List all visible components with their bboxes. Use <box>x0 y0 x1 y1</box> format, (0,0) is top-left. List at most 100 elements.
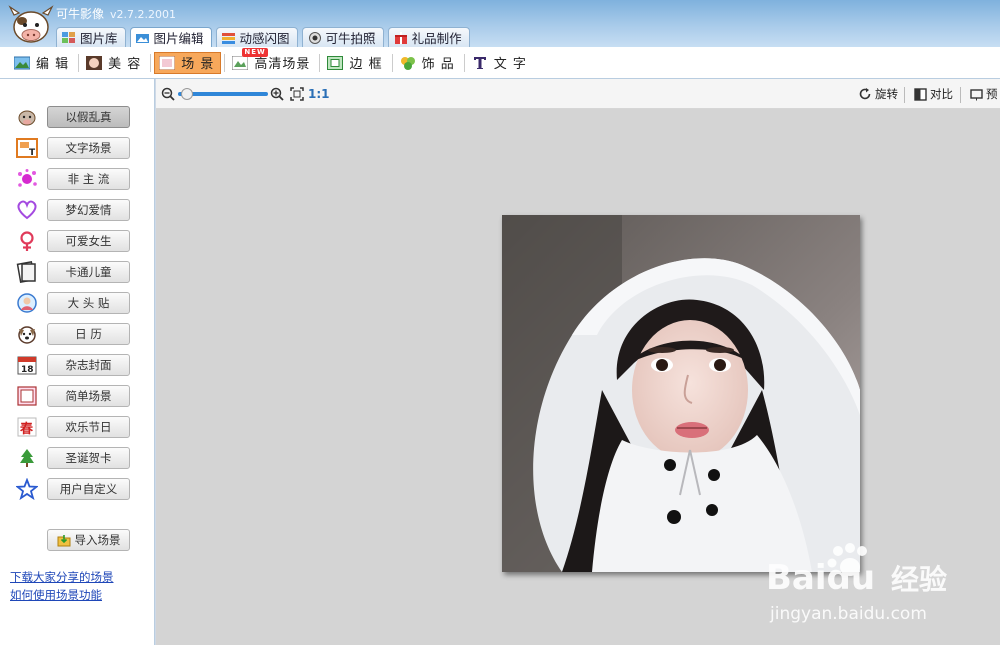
scene-row: 以假乱真 <box>14 105 130 129</box>
scene-row: 可爱女生 <box>14 229 130 253</box>
scene-btn-romance[interactable]: 梦幻爱情 <box>47 199 130 221</box>
scene-row: T 文字场景 <box>14 136 130 160</box>
watermark-brand: Baidu <box>766 558 875 598</box>
svg-text:T: T <box>29 148 36 158</box>
subtab-frame[interactable]: 边 框 <box>323 52 388 74</box>
rotate-icon <box>859 88 871 100</box>
tab-gift[interactable]: 礼品制作 <box>387 27 470 47</box>
scene-row: 梦幻爱情 <box>14 198 130 222</box>
zoom-out-icon[interactable] <box>161 87 175 101</box>
compare-button[interactable]: 对比 <box>914 86 953 102</box>
scene-btn-magazine-cover[interactable]: 杂志封面 <box>47 354 130 376</box>
app-version: v2.7.2.2001 <box>110 8 177 21</box>
tab-gif[interactable]: 动感闪图 <box>215 27 298 47</box>
scene-btn-non-mainstream[interactable]: 非 主 流 <box>47 168 130 190</box>
scene-category-panel: 以假乱真 T 文字场景 非 主 流 梦幻爱情 可爱女生 卡通儿童 大 头 贴 日… <box>0 79 155 645</box>
scene-btn-christmas-card[interactable]: 圣诞贺卡 <box>47 447 130 469</box>
tab-camera-label: 可牛拍照 <box>325 31 376 46</box>
scene-btn-text-scene[interactable]: 文字场景 <box>47 137 130 159</box>
actual-size-button[interactable]: 1:1 <box>308 87 330 101</box>
tab-gallery[interactable]: 图片库 <box>56 27 126 47</box>
scene-btn-calendar[interactable]: 日 历 <box>47 323 130 345</box>
tab-gift-label: 礼品制作 <box>411 31 462 46</box>
import-row: 导入场景 <box>14 528 130 552</box>
gif-icon <box>221 32 235 44</box>
scene-btn-cute-girl[interactable]: 可爱女生 <box>47 230 130 252</box>
landscape-icon <box>14 56 30 69</box>
import-scene-button[interactable]: 导入场景 <box>47 529 130 551</box>
divider <box>960 87 961 103</box>
subtab-edit-label: 编 辑 <box>36 57 70 72</box>
preview-label: 预 <box>986 87 998 101</box>
splash-icon <box>14 167 40 191</box>
divider <box>150 53 152 72</box>
scene-btn-simple-scene[interactable]: 简单场景 <box>47 385 130 407</box>
rotate-button[interactable]: 旋转 <box>858 86 898 102</box>
download-shared-scenes-link[interactable]: 下载大家分享的场景 <box>10 569 114 585</box>
scene-row: 非 主 流 <box>14 167 130 191</box>
scene-btn-realistic[interactable]: 以假乱真 <box>47 106 130 128</box>
scene-row: 日 历 <box>14 322 130 346</box>
preview-button[interactable]: 预 <box>970 86 998 102</box>
divider <box>904 87 905 103</box>
zoom-slider-handle[interactable] <box>180 88 193 100</box>
hd-scene-icon <box>231 55 249 70</box>
main-tab-strip: 图片库 图片编辑 动感闪图 可牛拍照 礼品制作 <box>56 27 474 47</box>
fit-to-window-icon[interactable] <box>290 87 304 101</box>
tab-photo-edit-label: 图片编辑 <box>153 31 204 46</box>
scene-row: 大 头 贴 <box>14 291 130 315</box>
scene-row: 卡通儿童 <box>14 260 130 284</box>
scene-btn-user-defined[interactable]: 用户自定义 <box>47 478 130 500</box>
subtab-scene[interactable]: 场 景 <box>154 51 222 74</box>
compare-label: 对比 <box>930 87 953 101</box>
scene-btn-festival[interactable]: 欢乐节日 <box>47 416 130 438</box>
subtab-accessory[interactable]: 饰 品 <box>396 52 461 74</box>
subtab-beauty[interactable]: 美 容 <box>82 52 147 74</box>
frame-icon <box>327 55 344 70</box>
scene-btn-cartoon-kids[interactable]: 卡通儿童 <box>47 261 130 283</box>
scene-row: 圣诞贺卡 <box>14 446 130 470</box>
new-badge: NEW <box>242 47 268 57</box>
scene-row: 用户自定义 <box>14 477 130 501</box>
camera-icon <box>308 31 321 44</box>
svg-text:18: 18 <box>21 365 34 375</box>
divider <box>224 53 226 72</box>
sticker-photo-icon <box>14 291 40 315</box>
scene-row: 春 欢乐节日 <box>14 415 130 439</box>
text-icon <box>473 56 486 69</box>
divider <box>78 53 80 72</box>
folder-import-icon <box>57 535 70 547</box>
app-title: 可牛影像 v2.7.2.2001 <box>56 5 176 22</box>
heart-icon <box>14 198 40 222</box>
spring-festival-icon: 春 <box>14 415 40 439</box>
face-icon <box>86 55 103 70</box>
how-to-use-scenes-link[interactable]: 如何使用场景功能 <box>10 587 102 603</box>
tab-camera[interactable]: 可牛拍照 <box>301 27 384 47</box>
canvas-toolbar: 1:1 旋转 对比 预 <box>156 79 1000 109</box>
clover-icon <box>400 56 415 70</box>
edit-sub-toolbar: 编 辑 美 容 场 景 NEW 高清场景 边 框 饰 品 文 字 <box>0 47 1000 79</box>
compare-icon <box>914 87 927 101</box>
text-scene-icon: T <box>14 136 40 160</box>
import-scene-label: 导入场景 <box>74 533 121 547</box>
tab-photo-edit[interactable]: 图片编辑 <box>129 27 212 47</box>
scene-btn-photo-sticker[interactable]: 大 头 贴 <box>47 292 130 314</box>
subtab-edit[interactable]: 编 辑 <box>10 52 75 74</box>
gallery-icon <box>62 31 75 43</box>
tab-gallery-label: 图片库 <box>80 31 118 46</box>
edited-photo[interactable] <box>502 215 860 572</box>
scene-row: 18 杂志封面 <box>14 353 130 377</box>
watermark-cn: 经验 <box>891 563 947 596</box>
christmas-tree-icon <box>14 446 40 470</box>
subtab-text[interactable]: 文 字 <box>468 52 533 74</box>
image-canvas[interactable]: Baidu 经验 jingyan.baidu.com <box>156 109 1000 645</box>
calendar-icon: 18 <box>14 353 40 377</box>
divider <box>319 53 321 72</box>
baidu-jingyan-watermark: Baidu 经验 jingyan.baidu.com <box>766 543 947 624</box>
zoom-in-icon[interactable] <box>270 87 284 101</box>
watermark-url: jingyan.baidu.com <box>769 604 927 624</box>
subtab-beauty-label: 美 容 <box>108 57 142 72</box>
subtab-scene-label: 场 景 <box>181 57 215 72</box>
portrait-photo <box>502 215 860 572</box>
subtab-hd-scene[interactable]: NEW 高清场景 <box>228 47 316 74</box>
